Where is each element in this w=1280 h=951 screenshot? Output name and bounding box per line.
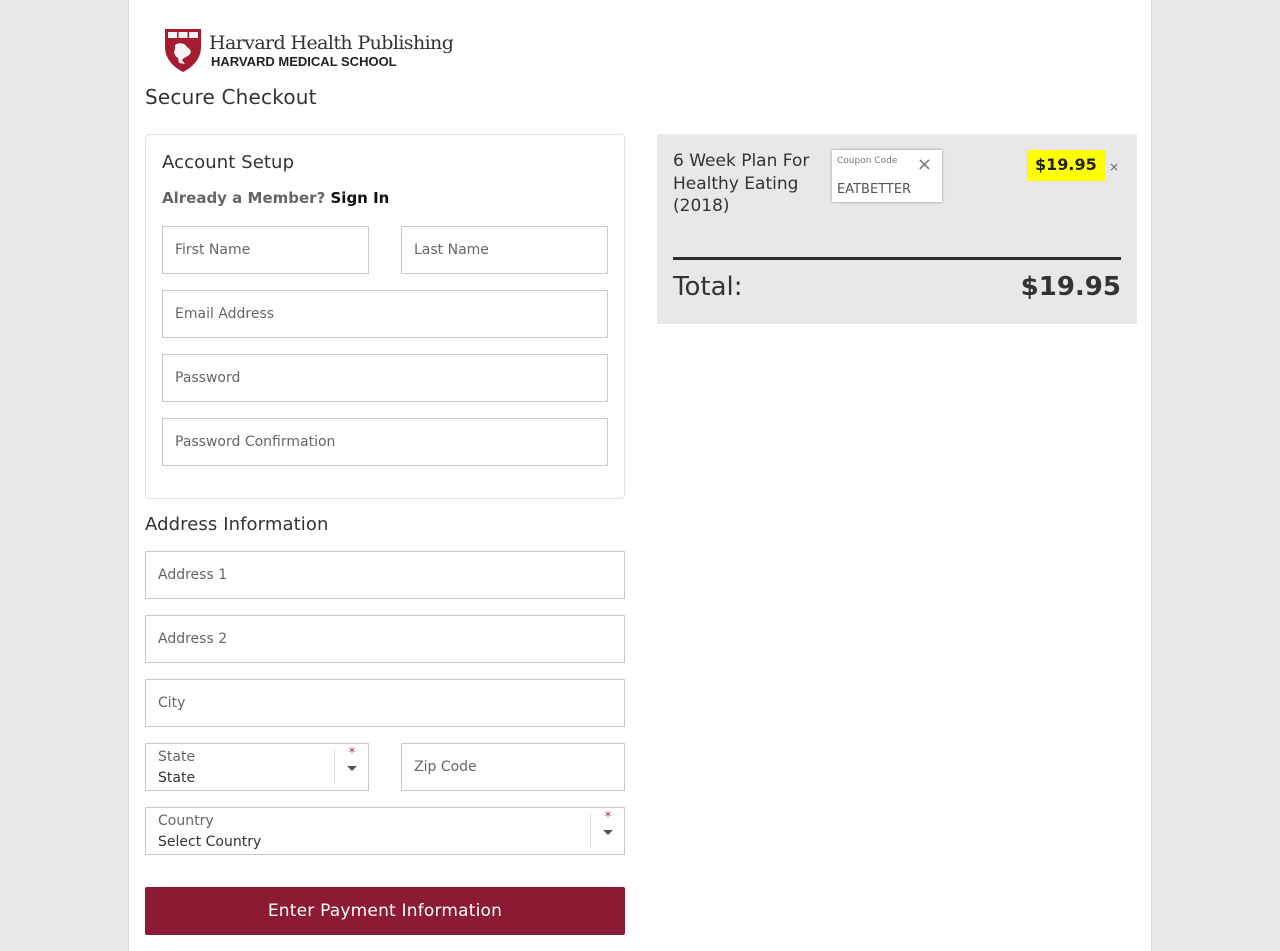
first-name-input[interactable]: [175, 242, 356, 258]
country-select[interactable]: Country Select Country *: [145, 807, 625, 855]
state-select[interactable]: State State *: [145, 743, 369, 791]
member-prompt: Already a Member? Sign In: [162, 189, 389, 207]
order-summary: 6 Week Plan For Healthy Eating (2018) Co…: [657, 134, 1137, 324]
country-label: Country: [158, 813, 214, 829]
password-input[interactable]: [175, 370, 595, 386]
sign-in-link[interactable]: Sign In: [331, 189, 390, 207]
last-name-field[interactable]: [401, 226, 608, 274]
address-information-title: Address Information: [145, 514, 329, 535]
summary-divider: [673, 257, 1121, 260]
state-label: State: [158, 749, 196, 765]
enter-payment-information-button[interactable]: Enter Payment Information: [145, 887, 625, 935]
total-label: Total:: [673, 272, 743, 302]
address2-field[interactable]: [145, 615, 625, 663]
first-name-field[interactable]: [162, 226, 369, 274]
chevron-down-icon[interactable]: [603, 830, 613, 835]
coupon-code-value: EATBETTER: [837, 182, 912, 197]
brand-subname: HARVARD MEDICAL SCHOOL: [211, 53, 397, 69]
city-field[interactable]: [145, 679, 625, 727]
required-star-icon: *: [348, 746, 356, 761]
required-star-icon: *: [604, 810, 612, 825]
product-name: 6 Week Plan For Healthy Eating (2018): [673, 151, 810, 216]
account-setup-section: Account Setup Already a Member? Sign In: [145, 134, 625, 499]
close-icon[interactable]: ×: [917, 156, 932, 174]
password-confirmation-field[interactable]: [162, 418, 608, 466]
checkout-page: Harvard Health Publishing HARVARD MEDICA…: [128, 0, 1152, 951]
address1-input[interactable]: [158, 567, 612, 583]
brand-name: Harvard Health Publishing: [209, 31, 454, 54]
brand-logo[interactable]: Harvard Health Publishing HARVARD MEDICA…: [163, 27, 454, 73]
password-confirmation-input[interactable]: [175, 434, 595, 450]
state-divider: [334, 750, 335, 784]
country-divider: [590, 814, 591, 848]
zip-code-field[interactable]: [401, 743, 625, 791]
last-name-input[interactable]: [414, 242, 595, 258]
harvard-shield-icon: [165, 29, 201, 72]
email-input[interactable]: [175, 306, 595, 322]
member-prompt-text: Already a Member?: [162, 189, 326, 207]
state-selected-value: State: [158, 770, 196, 786]
page-title: Secure Checkout: [145, 85, 317, 109]
address2-input[interactable]: [158, 631, 612, 647]
coupon-code-label: Coupon Code: [837, 156, 898, 166]
coupon-code-box[interactable]: Coupon Code × EATBETTER: [832, 150, 942, 202]
country-selected-value: Select Country: [158, 834, 262, 850]
city-input[interactable]: [158, 695, 612, 711]
address1-field[interactable]: [145, 551, 625, 599]
zip-code-input[interactable]: [414, 759, 612, 775]
email-field[interactable]: [162, 290, 608, 338]
chevron-down-icon[interactable]: [347, 766, 357, 771]
item-price: $19.95: [1027, 150, 1105, 181]
remove-item-icon[interactable]: ×: [1109, 160, 1119, 174]
account-setup-title: Account Setup: [162, 152, 295, 173]
total-value: $19.95: [1020, 272, 1121, 302]
password-field[interactable]: [162, 354, 608, 402]
